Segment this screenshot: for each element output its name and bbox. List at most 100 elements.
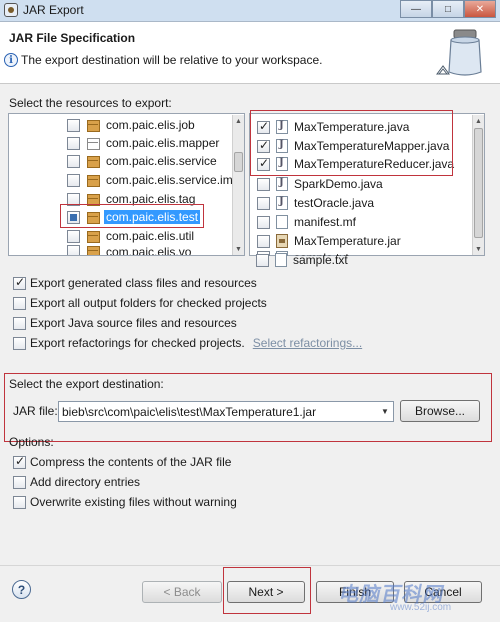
checkbox[interactable]: [13, 454, 26, 469]
eclipse-app-icon: [4, 3, 18, 17]
checkbox[interactable]: [13, 296, 26, 310]
tree-checkbox[interactable]: [67, 245, 80, 255]
option-label: Export Java source files and resources: [30, 316, 237, 330]
resource-tree[interactable]: com.paic.elis.job com.paic.elis.mapper c…: [8, 113, 245, 256]
file-checkbox[interactable]: [257, 234, 270, 248]
file-item-sample[interactable]: sample.txt: [256, 251, 348, 269]
option-label: Export all output folders for checked pr…: [30, 296, 267, 310]
tree-checkbox[interactable]: [67, 136, 80, 150]
file-item[interactable]: MaxTemperatureMapper.java: [257, 137, 449, 155]
file-list[interactable]: MaxTemperature.java MaxTemperatureMapper…: [249, 113, 485, 256]
checkbox[interactable]: [13, 336, 26, 350]
scroll-thumb[interactable]: [234, 152, 243, 172]
tree-checkbox[interactable]: [67, 229, 80, 243]
checkbox[interactable]: [13, 316, 26, 330]
tree-scrollbar[interactable]: ▲ ▼: [232, 115, 244, 255]
tree-item-util[interactable]: com.paic.elis.util: [67, 227, 194, 245]
window-title: JAR Export: [23, 3, 84, 17]
checkbox[interactable]: [13, 275, 26, 290]
package-empty-icon: [86, 137, 100, 150]
tree-checkbox[interactable]: [67, 210, 80, 224]
file-label: testOracle.java: [294, 196, 375, 210]
java-file-icon: [276, 120, 288, 134]
file-item[interactable]: MaxTemperature.jar: [257, 232, 401, 250]
compress-option[interactable]: Compress the contents of the JAR file: [13, 454, 231, 469]
chevron-down-icon[interactable]: ▼: [377, 402, 393, 421]
export-output-folders-option[interactable]: Export all output folders for checked pr…: [13, 296, 267, 310]
tree-checkbox[interactable]: [67, 154, 80, 168]
back-button[interactable]: < Back: [142, 581, 222, 603]
package-icon: [86, 230, 100, 243]
file-label: sample.txt: [293, 253, 348, 267]
file-checkbox[interactable]: [257, 196, 270, 210]
option-label: Add directory entries: [30, 475, 141, 489]
browse-button[interactable]: Browse...: [400, 400, 480, 422]
package-icon: [86, 211, 100, 224]
file-item[interactable]: testOracle.java: [257, 194, 374, 212]
tree-item-label: com.paic.elis.test: [104, 210, 201, 224]
tree-item-label: com.paic.elis.service: [106, 154, 217, 168]
options-label: Options:: [9, 435, 54, 449]
export-refactorings-option[interactable]: Export refactorings for checked projects…: [13, 336, 362, 350]
file-label: manifest.mf: [294, 215, 357, 229]
scroll-up-arrow-icon[interactable]: ▲: [473, 115, 484, 127]
add-directory-entries-option[interactable]: Add directory entries: [13, 475, 140, 489]
file-checkbox[interactable]: [257, 119, 270, 134]
tree-item-label: com.paic.elis.vo: [106, 245, 192, 255]
java-file-icon: [276, 177, 288, 191]
tree-item-test[interactable]: com.paic.elis.test: [67, 208, 201, 226]
checkbox[interactable]: [13, 495, 26, 509]
file-item[interactable]: manifest.mf: [257, 213, 356, 231]
scroll-down-arrow-icon[interactable]: ▼: [233, 243, 244, 255]
package-icon: [86, 193, 100, 206]
maximize-button[interactable]: □: [432, 0, 464, 18]
file-checkbox[interactable]: [256, 253, 269, 267]
tree-item-mapper[interactable]: com.paic.elis.mapper: [67, 134, 219, 152]
scroll-up-arrow-icon[interactable]: ▲: [233, 115, 244, 127]
checkbox[interactable]: [13, 475, 26, 489]
file-checkbox[interactable]: [257, 156, 270, 171]
tree-checkbox[interactable]: [67, 173, 80, 187]
tree-checkbox[interactable]: [67, 118, 80, 132]
option-label: Export generated class files and resourc…: [30, 276, 257, 290]
tree-item-label: com.paic.elis.util: [106, 229, 195, 243]
file-checkbox[interactable]: [257, 215, 270, 229]
next-button[interactable]: Next >: [227, 581, 305, 603]
tree-item-vo[interactable]: com.paic.elis.vo: [67, 245, 191, 255]
option-label: Overwrite existing files without warning: [30, 495, 237, 509]
export-source-files-option[interactable]: Export Java source files and resources: [13, 316, 237, 330]
tree-checkbox[interactable]: [67, 192, 80, 206]
jar-file-combobox[interactable]: bieb\src\com\paic\elis\test\MaxTemperatu…: [58, 401, 394, 422]
option-label: Export refactorings for checked projects…: [30, 336, 245, 350]
close-button[interactable]: ✕: [464, 0, 496, 18]
jar-file-value[interactable]: bieb\src\com\paic\elis\test\MaxTemperatu…: [62, 405, 316, 419]
export-class-files-option[interactable]: Export generated class files and resourc…: [13, 275, 257, 290]
tree-item-tag[interactable]: com.paic.elis.tag: [67, 190, 195, 208]
select-refactorings-link[interactable]: Select refactorings...: [253, 336, 362, 350]
tree-item-service-imp[interactable]: com.paic.elis.service.imp: [67, 171, 234, 189]
file-label: MaxTemperature.java: [294, 120, 410, 134]
java-file-icon: [276, 139, 288, 153]
package-icon: [86, 174, 100, 187]
file-item[interactable]: MaxTemperatureReducer.java: [257, 155, 454, 173]
scroll-thumb[interactable]: [474, 128, 483, 238]
page-title: JAR File Specification: [9, 31, 136, 45]
file-checkbox[interactable]: [257, 138, 270, 153]
destination-label: Select the export destination:: [9, 377, 164, 391]
help-icon[interactable]: ?: [12, 580, 31, 599]
tree-item-service[interactable]: com.paic.elis.service: [67, 152, 217, 170]
scroll-down-arrow-icon[interactable]: ▼: [473, 243, 484, 255]
overwrite-option[interactable]: Overwrite existing files without warning: [13, 495, 237, 509]
tree-item-label: com.paic.elis.service.imp: [106, 173, 234, 187]
package-icon: [86, 119, 100, 132]
jar-banner-icon: [436, 29, 482, 76]
file-list-scrollbar[interactable]: ▲ ▼: [472, 115, 484, 255]
header-message: The export destination will be relative …: [21, 53, 323, 67]
file-checkbox[interactable]: [257, 177, 270, 191]
button-bar-separator: [0, 565, 500, 566]
file-item[interactable]: MaxTemperature.java: [257, 118, 409, 136]
tree-item-label: com.paic.elis.mapper: [106, 136, 220, 150]
minimize-button[interactable]: —: [400, 0, 432, 18]
tree-item-job[interactable]: com.paic.elis.job: [67, 116, 195, 134]
file-item[interactable]: SparkDemo.java: [257, 175, 383, 193]
